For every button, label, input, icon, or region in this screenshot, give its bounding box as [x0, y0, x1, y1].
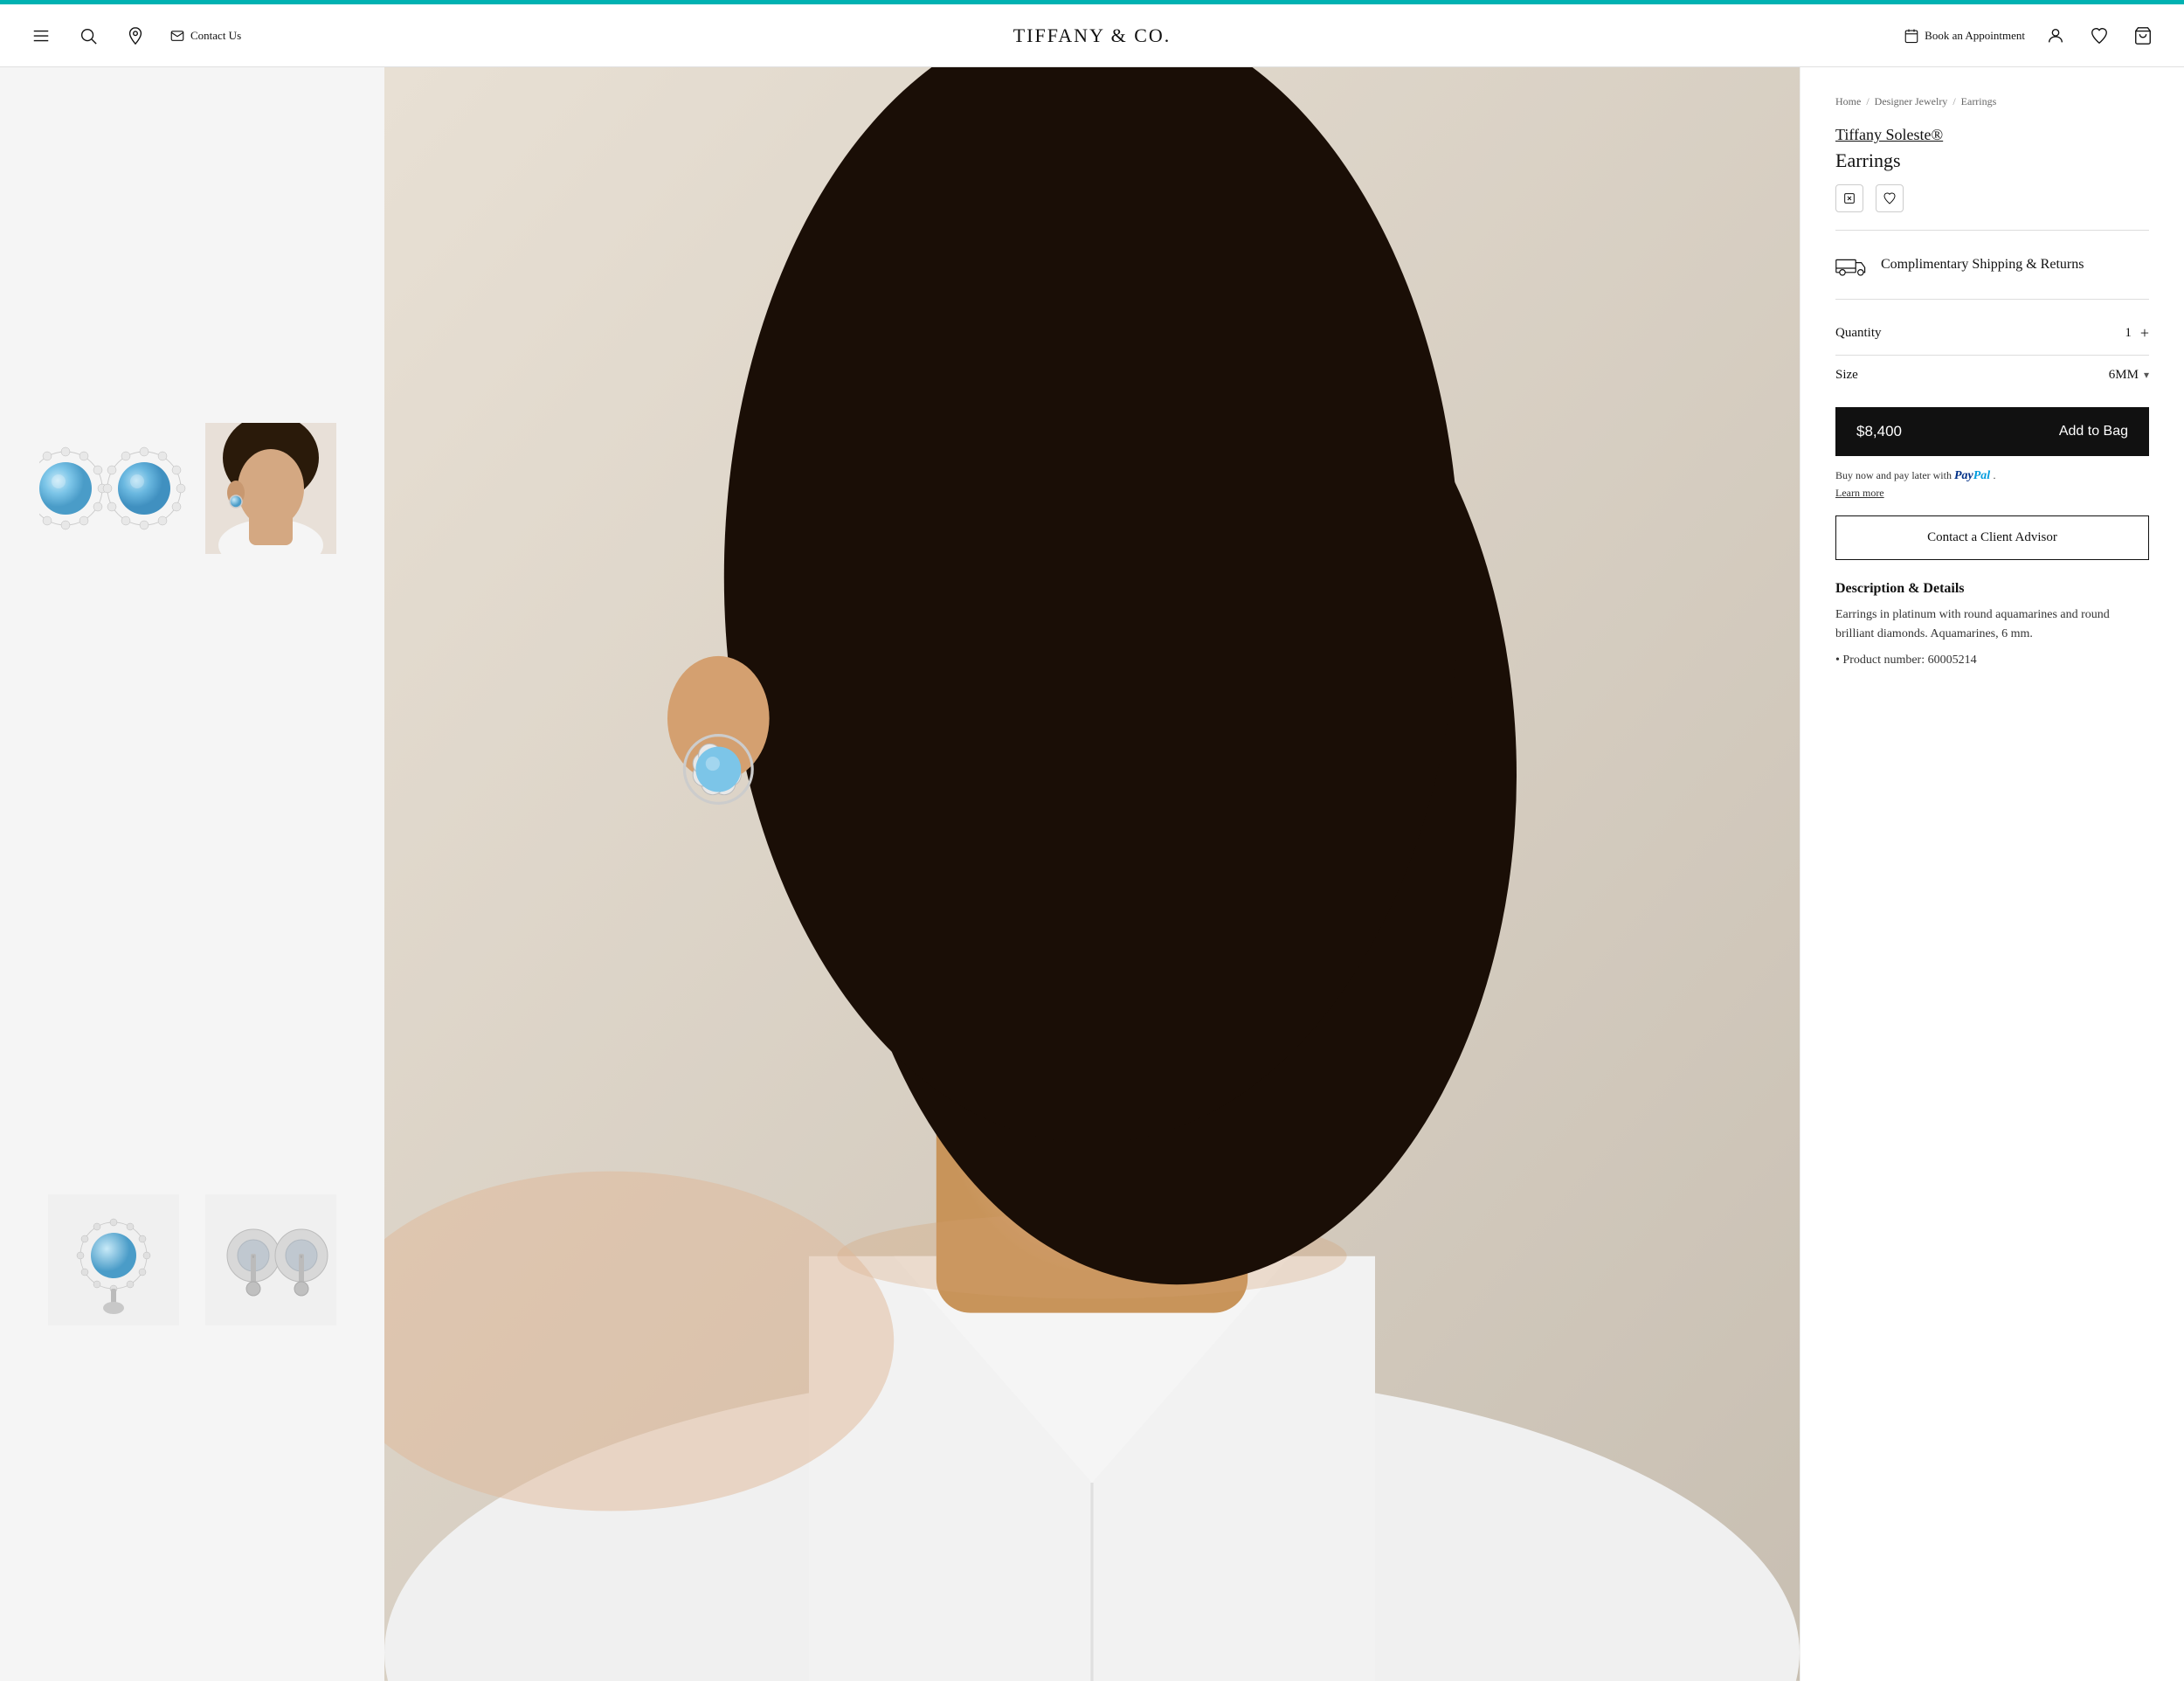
- product-number-label: • Product number:: [1835, 654, 1925, 667]
- description-title: Description & Details: [1835, 581, 2149, 597]
- main-product-image: [384, 67, 1800, 1681]
- contact-us-link[interactable]: Contact Us: [169, 28, 241, 44]
- bag-icon: [2133, 26, 2153, 45]
- paypal-row: Buy now and pay later with PayPal .: [1835, 468, 2149, 483]
- size-label: Size: [1835, 368, 1858, 383]
- size-selector[interactable]: 6MM ▾: [2109, 368, 2149, 383]
- divider-2: [1835, 299, 2149, 300]
- menu-button[interactable]: [28, 23, 54, 49]
- main-content: T T: [0, 67, 2184, 1681]
- quantity-label: Quantity: [1835, 326, 1882, 341]
- contact-advisor-button[interactable]: Contact a Client Advisor: [1835, 515, 2149, 560]
- account-button[interactable]: [2042, 23, 2069, 49]
- breadcrumb-home[interactable]: Home: [1835, 95, 1861, 108]
- product-panel: Home / Designer Jewelry / Earrings Tiffa…: [1800, 67, 2184, 1681]
- book-appointment-link[interactable]: Book an Appointment: [1904, 28, 2025, 44]
- product-number: • Product number: 60005214: [1835, 654, 2149, 668]
- search-button[interactable]: [75, 23, 101, 49]
- paypal-brand: PayPal: [1954, 468, 1993, 481]
- calendar-icon: [1904, 28, 1919, 44]
- add-to-bag-label: Add to Bag: [2059, 424, 2128, 439]
- earring-back-img: T T: [205, 1194, 336, 1325]
- header-left: Contact Us: [28, 23, 241, 49]
- quantity-plus-button[interactable]: +: [2140, 324, 2149, 342]
- shipping-truck-icon: [1835, 252, 1870, 278]
- product-type: Earrings: [1835, 149, 2149, 172]
- person-icon: [2046, 26, 2065, 45]
- size-value: 6MM: [2109, 368, 2139, 383]
- contact-advisor-label: Contact a Client Advisor: [1927, 530, 2057, 545]
- quantity-control: 1 +: [2125, 324, 2149, 342]
- share-icon[interactable]: [1835, 184, 1863, 212]
- wishlist-product-icon[interactable]: [1876, 184, 1904, 212]
- header-right: Book an Appointment: [1904, 23, 2156, 49]
- thumbnail-side[interactable]: [35, 1159, 192, 1360]
- paypal-learn-more-link[interactable]: Learn more: [1835, 487, 2149, 500]
- breadcrumb-current: Earrings: [1961, 95, 1997, 108]
- contact-us-label: Contact Us: [190, 29, 241, 43]
- product-name[interactable]: Tiffany Soleste®: [1835, 126, 2149, 144]
- breadcrumb: Home / Designer Jewelry / Earrings: [1835, 95, 2149, 108]
- location-icon: [126, 26, 145, 45]
- wishlist-button[interactable]: [2086, 23, 2112, 49]
- book-appointment-label: Book an Appointment: [1925, 29, 2025, 43]
- site-logo[interactable]: TIFFANY & CO.: [1013, 24, 1171, 47]
- paypal-text: Buy now and pay later with: [1835, 469, 1952, 481]
- shipping-row: Complimentary Shipping & Returns: [1835, 243, 2149, 287]
- thumbnail-model[interactable]: [192, 388, 349, 589]
- description-text: Earrings in platinum with round aquamari…: [1835, 605, 2149, 645]
- size-row: Size 6MM ▾: [1835, 355, 2149, 395]
- shipping-text: Complimentary Shipping & Returns: [1881, 257, 2084, 273]
- thumbnail-panel: T T: [0, 67, 384, 1681]
- contact-icon: [169, 28, 185, 44]
- location-button[interactable]: [122, 23, 149, 49]
- thumbnail-front-pair[interactable]: [35, 388, 192, 589]
- add-to-bag-button[interactable]: $8,400 Add to Bag: [1835, 407, 2149, 456]
- breadcrumb-sep-1: /: [1866, 95, 1869, 108]
- breadcrumb-category[interactable]: Designer Jewelry: [1875, 95, 1948, 108]
- product-actions: [1835, 184, 2149, 212]
- logo-container: TIFFANY & CO.: [1013, 24, 1171, 47]
- cart-button[interactable]: [2130, 23, 2156, 49]
- model-ear-img: [205, 423, 336, 554]
- heart-icon: [2090, 26, 2109, 45]
- earring-side-img: [48, 1194, 179, 1325]
- product-price: $8,400: [1856, 423, 1902, 440]
- hamburger-icon: [31, 26, 51, 45]
- breadcrumb-sep-2: /: [1952, 95, 1955, 108]
- quantity-row: Quantity 1 +: [1835, 312, 2149, 355]
- quantity-value: 1: [2125, 326, 2132, 341]
- size-chevron-icon: ▾: [2144, 369, 2149, 382]
- search-icon: [79, 26, 98, 45]
- thumbnail-back[interactable]: T T: [192, 1159, 349, 1360]
- site-header: Contact Us TIFFANY & CO. Book an Appoint…: [0, 4, 2184, 67]
- main-image-panel: [384, 67, 1800, 1681]
- product-number-value: 60005214: [1928, 654, 1977, 667]
- earring-front-pair-img: [39, 427, 188, 550]
- divider-1: [1835, 230, 2149, 231]
